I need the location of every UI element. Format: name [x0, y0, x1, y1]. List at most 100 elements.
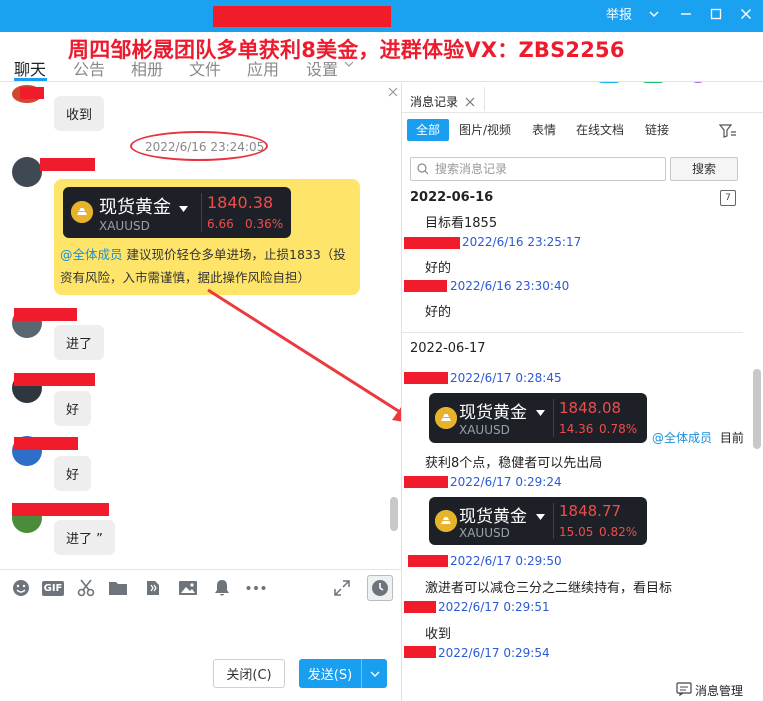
mention-all[interactable]: @全体成员	[652, 431, 712, 445]
expand-icon[interactable]	[332, 578, 352, 598]
redacted-sender-name	[12, 503, 109, 516]
search-icon	[417, 163, 429, 179]
active-tab-indicator	[14, 78, 47, 81]
history-message: 目标看1855	[425, 216, 498, 231]
history-search-button[interactable]: 搜索	[670, 157, 738, 181]
gold-card-change: 15.05	[559, 525, 594, 539]
gold-card-percent: 0.36%	[245, 217, 284, 231]
chat-message-bubble[interactable]: 收到	[54, 96, 105, 131]
history-date-header: 2022-06-16	[410, 190, 494, 205]
gold-card-percent: 0.78%	[599, 422, 638, 436]
annotation-arrow	[207, 288, 422, 425]
message-timestamp: 2022/6/16 23:24:05	[145, 140, 265, 154]
filter-settings-icon[interactable]	[718, 124, 737, 142]
history-message-time: 2022/6/17 0:29:24	[450, 475, 562, 489]
collapse-icon[interactable]	[388, 86, 398, 101]
chat-message-bubble[interactable]: 好	[54, 456, 92, 491]
caret-down-icon	[536, 509, 545, 524]
redacted-sender-name	[404, 280, 447, 292]
history-message-time: 2022/6/16 23:25:17	[462, 235, 582, 249]
gold-price-card[interactable]: 现货黄金 XAUUSD 1848.08 14.36 0.78%	[429, 393, 647, 443]
close-history-icon[interactable]	[465, 96, 475, 111]
filter-all[interactable]: 全部	[407, 119, 450, 141]
message-manage-link[interactable]: 消息管理	[695, 682, 743, 699]
chat-message-bubble[interactable]: 进了	[54, 325, 105, 360]
history-message: 目前	[719, 431, 744, 445]
message-history-panel: 消息记录 全部 图片/视频 表情 在线文档 链接 搜索消息记录 搜索 2022-…	[402, 83, 763, 701]
shake-icon[interactable]	[143, 578, 163, 598]
history-message-time: 2022/6/17 0:29:51	[438, 600, 550, 614]
bell-icon[interactable]	[212, 578, 232, 598]
avatar[interactable]	[12, 157, 42, 187]
history-clock-icon[interactable]	[367, 575, 393, 601]
redacted-sender-name	[14, 437, 78, 450]
history-message: 好的	[425, 305, 452, 320]
history-search-input[interactable]: 搜索消息记录	[410, 157, 666, 181]
minimize-icon[interactable]	[678, 8, 694, 25]
history-date-header: 2022-06-17	[410, 341, 486, 356]
history-scrollbar[interactable]	[753, 369, 761, 449]
redacted-sender-name	[404, 601, 436, 613]
tab-bottom-border	[402, 112, 763, 113]
history-message-time: 2022/6/16 23:30:40	[450, 279, 570, 293]
gold-card-change: 14.36	[559, 422, 594, 436]
gold-card-title: 现货黄金	[459, 403, 527, 423]
promo-banner-text: 周四邹彬晟团队多单获利8美金，进群体验VX：ZBS2256	[68, 38, 625, 62]
emoji-icon[interactable]	[11, 578, 31, 598]
announcement-bubble[interactable]: 现货黄金 XAUUSD 1840.38 6.66 0.36% @全体成员 建议现…	[54, 179, 360, 295]
image-icon[interactable]	[178, 578, 198, 598]
gif-label: GIF	[41, 580, 65, 596]
filter-stickers[interactable]: 表情	[532, 119, 556, 141]
gold-price-card[interactable]: 现货黄金 XAUUSD 1848.77 15.05 0.82%	[429, 497, 647, 545]
history-message: 激进者可以减仓三分之二继续持有，看目标	[425, 581, 673, 596]
gif-icon[interactable]: GIF	[41, 578, 65, 598]
scissors-icon[interactable]	[76, 578, 96, 598]
report-button[interactable]: 举报	[606, 8, 632, 24]
card-divider	[553, 399, 554, 437]
gold-coin-icon	[435, 407, 457, 429]
chat-message-bubble[interactable]: 好	[54, 391, 92, 426]
history-bottom-bar: 消息管理	[402, 679, 763, 701]
chevron-down-icon[interactable]	[646, 8, 662, 25]
close-icon[interactable]	[738, 8, 754, 25]
redacted-sender-name	[40, 158, 95, 171]
tab-chat[interactable]: 聊天	[14, 56, 46, 80]
gold-card-price: 1840.38	[207, 193, 274, 212]
calendar-icon[interactable]: 7	[720, 190, 736, 206]
message-manage-icon[interactable]	[676, 682, 692, 700]
gold-card-price: 1848.77	[559, 502, 622, 520]
gold-card-symbol: XAUUSD	[459, 526, 510, 540]
send-button[interactable]: 发送(S)	[299, 659, 361, 688]
folder-icon[interactable]	[108, 578, 128, 598]
gold-card-symbol: XAUUSD	[459, 423, 510, 437]
chat-message-bubble[interactable]: 进了 ”	[54, 520, 115, 555]
caret-down-icon	[536, 405, 545, 420]
history-message-time: 2022/6/17 0:29:50	[450, 554, 562, 568]
mention-all[interactable]: @全体成员	[60, 247, 123, 262]
history-message: 收到	[425, 627, 452, 642]
gold-card-percent: 0.82%	[599, 525, 638, 539]
more-tools-icon[interactable]	[244, 578, 268, 598]
gold-card-change: 6.66	[207, 217, 234, 231]
history-message-time: 2022/6/17 0:29:54	[438, 646, 550, 660]
chat-scrollbar[interactable]	[390, 497, 398, 531]
history-tab-title[interactable]: 消息记录	[410, 93, 458, 110]
tab-separator	[484, 87, 485, 111]
date-separator	[402, 332, 743, 333]
title-bar: 举报	[0, 0, 763, 32]
input-toolbar: GIF	[0, 569, 401, 605]
history-mention-line: @全体成员 目前	[652, 429, 744, 446]
redacted-sender-name	[408, 555, 448, 567]
filter-media[interactable]: 图片/视频	[459, 119, 511, 141]
redacted-sender-name	[14, 308, 77, 321]
send-options-chevron-icon[interactable]	[361, 659, 387, 688]
filter-links[interactable]: 链接	[645, 119, 669, 141]
gold-price-card[interactable]: 现货黄金 XAUUSD 1840.38 6.66 0.36%	[63, 187, 291, 238]
gold-coin-icon	[435, 510, 457, 532]
redacted-title	[213, 6, 391, 27]
maximize-icon[interactable]	[708, 8, 724, 25]
filter-docs[interactable]: 在线文档	[576, 119, 624, 141]
close-button[interactable]: 关闭(C)	[213, 659, 285, 688]
card-divider	[553, 503, 554, 539]
redacted-sender-name	[20, 87, 44, 99]
